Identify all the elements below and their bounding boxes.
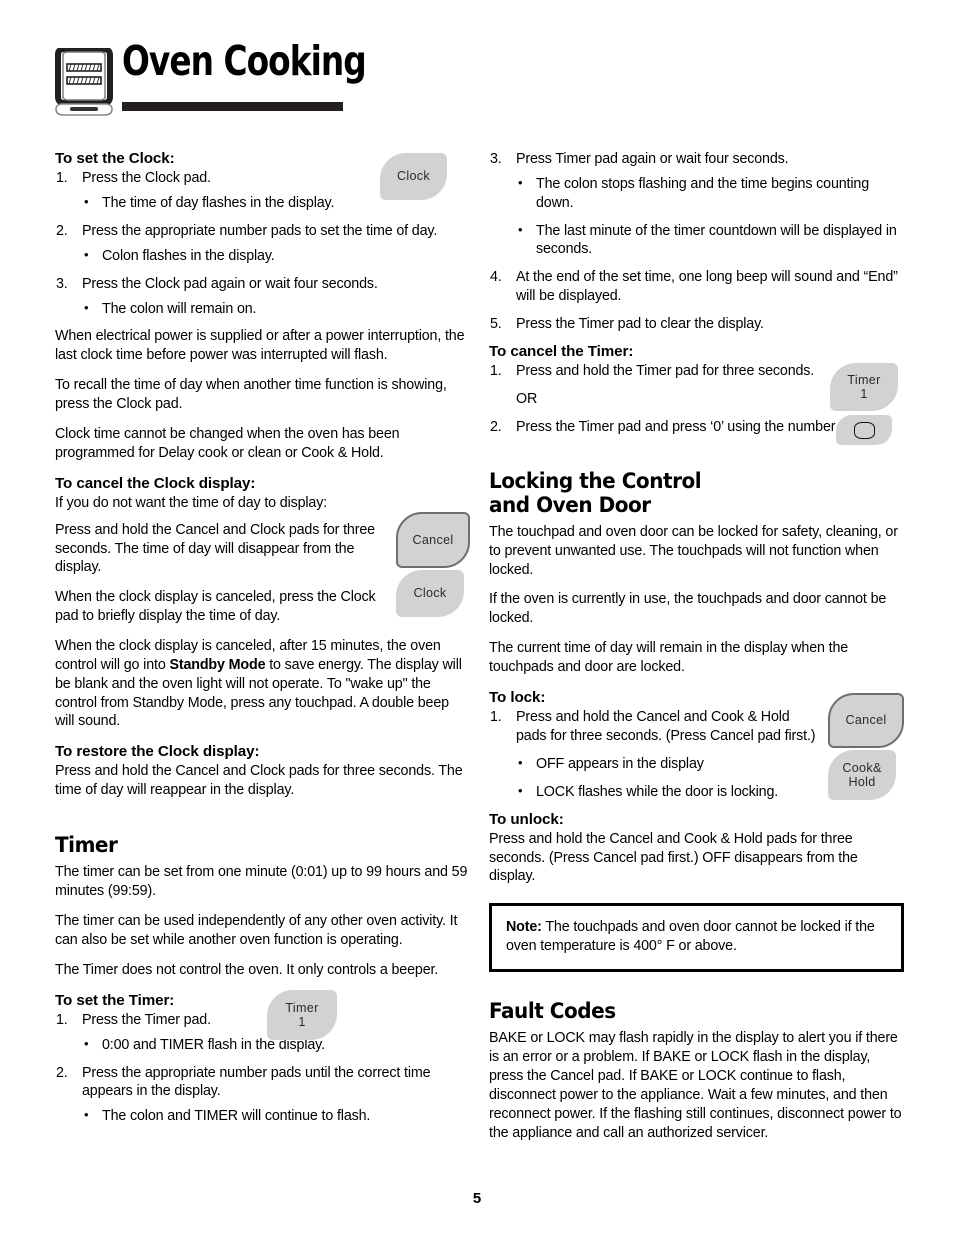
step-text: Press the appropriate number pads to set… bbox=[82, 222, 438, 239]
touchpad-label: Clock bbox=[397, 169, 430, 184]
step-number: 5. bbox=[490, 316, 502, 333]
step-text: Press the Timer pad. bbox=[82, 1011, 211, 1028]
step-text: Press Timer pad again or wait four secon… bbox=[516, 151, 789, 167]
step-number: 1. bbox=[490, 363, 502, 380]
paragraph: BAKE or LOCK may flash rapidly in the di… bbox=[489, 1030, 902, 1141]
touchpad-label: Cook& bbox=[842, 760, 882, 775]
heading-to-restore-clock-display: To restore the Clock display: bbox=[55, 743, 260, 761]
page-title: Oven Cooking bbox=[122, 37, 367, 85]
step-text: Press and hold the Timer pad for three s… bbox=[516, 363, 815, 380]
list-item: 3. Press the Clock pad again or wait fou… bbox=[55, 275, 470, 319]
touchpad-label: Timer bbox=[285, 1000, 319, 1015]
touchpad-cancel-lock[interactable]: Cancel bbox=[828, 693, 904, 748]
list-item: 5. Press the Timer pad to clear the disp… bbox=[489, 315, 904, 334]
paragraph: The touchpad and oven door can be locked… bbox=[489, 523, 898, 578]
oven-icon bbox=[55, 48, 113, 116]
note-box: Note: The touchpads and oven door cannot… bbox=[489, 903, 904, 973]
heading-line-1: Locking the Control bbox=[489, 468, 702, 494]
left-column: To set the Clock: 1. Press the Clock pad… bbox=[55, 150, 470, 1135]
touchpad-cook-and-hold[interactable]: Cook& Hold bbox=[828, 750, 896, 800]
step-number: 3. bbox=[56, 275, 68, 292]
page-header: Oven Cooking bbox=[52, 37, 472, 124]
step-text: Press and hold the Cancel and Cook & Hol… bbox=[516, 709, 816, 744]
paragraph: The Timer does not control the oven. It … bbox=[55, 961, 439, 978]
touchpad-clock-secondary[interactable]: Clock bbox=[396, 570, 464, 617]
step-text: Press the Clock pad again or wait four s… bbox=[82, 275, 378, 292]
bullet-list: Colon flashes in the display. bbox=[82, 246, 470, 266]
list-item: The colon stops flashing and the time be… bbox=[516, 174, 904, 213]
touchpad-cancel[interactable]: Cancel bbox=[396, 512, 470, 568]
step-number: 4. bbox=[490, 269, 502, 286]
right-column: 3. Press Timer pad again or wait four se… bbox=[489, 150, 904, 1154]
step-number: 3. bbox=[490, 151, 502, 167]
heading-to-cancel-timer: To cancel the Timer: bbox=[489, 342, 634, 360]
heading-to-cancel-clock-display: To cancel the Clock display: bbox=[55, 474, 256, 492]
list-item: 3. Press Timer pad again or wait four se… bbox=[489, 150, 904, 259]
paragraph: The timer can be used independently of a… bbox=[55, 912, 458, 948]
paragraph: Press and hold the Cancel and Clock pads… bbox=[55, 763, 463, 799]
heading-timer: Timer bbox=[55, 833, 118, 859]
step-number: 2. bbox=[490, 418, 502, 435]
heading-to-set-timer: To set the Timer: bbox=[55, 991, 175, 1009]
step-text: At the end of the set time, one long bee… bbox=[516, 269, 898, 305]
step-text: Press the Clock pad. bbox=[82, 170, 211, 187]
list-item: 2. Press the appropriate number pads unt… bbox=[55, 1064, 470, 1127]
step-number: 2. bbox=[56, 1064, 68, 1081]
list-item: The colon and TIMER will continue to fla… bbox=[82, 1106, 470, 1126]
paragraph: When the clock display is canceled, pres… bbox=[55, 589, 376, 625]
bullet-list: The colon and TIMER will continue to fla… bbox=[82, 1106, 470, 1126]
bullet-list: The colon stops flashing and the time be… bbox=[516, 174, 904, 260]
list-item: The last minute of the timer countdown w… bbox=[516, 221, 904, 260]
touchpad-label: Cancel bbox=[412, 532, 454, 547]
step-text-or: OR bbox=[516, 390, 538, 407]
touchpad-label: Clock bbox=[413, 586, 447, 601]
step-text: Press the Timer pad to clear the display… bbox=[516, 316, 764, 333]
step-number: 1. bbox=[56, 170, 68, 187]
page-number: 5 bbox=[472, 1190, 482, 1207]
touchpad-label: Timer bbox=[847, 372, 881, 387]
list-item: 2. Press the appropriate number pads to … bbox=[55, 222, 470, 266]
touchpad-sublabel: 1 bbox=[860, 387, 868, 401]
step-number: 1. bbox=[490, 709, 502, 726]
heading-to-unlock: To unlock: bbox=[489, 810, 564, 828]
manual-page: Oven Cooking To set the Clock: 1. Press … bbox=[0, 0, 954, 1235]
bullet-list: The colon will remain on. bbox=[82, 299, 470, 319]
step-text: Press the Timer pad and press ‘0’ using … bbox=[516, 418, 874, 435]
touchpad-zero[interactable] bbox=[836, 415, 892, 445]
heading-line-2: and Oven Door bbox=[489, 492, 651, 518]
touchpad-clock[interactable]: Clock bbox=[380, 153, 447, 200]
zero-key-glyph-icon bbox=[853, 421, 875, 439]
touchpad-label: Cancel bbox=[845, 713, 887, 728]
paragraph: When electrical power is supplied or aft… bbox=[55, 328, 465, 364]
paragraph: To recall the time of day when another t… bbox=[55, 377, 447, 412]
title-underline bbox=[122, 102, 343, 111]
step-number: 2. bbox=[56, 222, 68, 239]
paragraph: The timer can be set from one minute (0:… bbox=[55, 864, 468, 900]
touchpad-timer[interactable]: Timer 1 bbox=[267, 990, 337, 1040]
paragraph: Clock time cannot be changed when the ov… bbox=[55, 425, 400, 461]
paragraph: If you do not want the time of day to di… bbox=[55, 494, 328, 511]
timer-steps-continued: 3. Press Timer pad again or wait four se… bbox=[489, 150, 904, 334]
note-body: The touchpads and oven door cannot be lo… bbox=[506, 919, 875, 955]
touchpad-sublabel: Hold bbox=[848, 775, 876, 789]
set-timer-steps: 1. Press the Timer pad. 0:00 and TIMER f… bbox=[55, 1011, 470, 1126]
list-item: 1. Press the Timer pad. 0:00 and TIMER f… bbox=[55, 1011, 470, 1055]
list-item: Colon flashes in the display. bbox=[82, 246, 470, 266]
touchpad-timer-cancel[interactable]: Timer 1 bbox=[830, 363, 898, 411]
list-item: The colon will remain on. bbox=[82, 299, 470, 319]
note-text: Note: The touchpads and oven door cannot… bbox=[506, 918, 887, 956]
paragraph: If the oven is currently in use, the tou… bbox=[489, 591, 887, 627]
paragraph: Press and hold the Cancel and Cook & Hol… bbox=[489, 830, 858, 885]
step-text: Press the appropriate number pads until … bbox=[82, 1064, 431, 1100]
heading-fault-codes: Fault Codes bbox=[489, 999, 616, 1025]
touchpad-sublabel: 1 bbox=[298, 1015, 306, 1029]
list-item: 4. At the end of the set time, one long … bbox=[489, 268, 904, 306]
note-label: Note: bbox=[506, 919, 542, 936]
heading-locking-the-control: Locking the Control and Oven Door bbox=[489, 468, 875, 518]
paragraph: The current time of day will remain in t… bbox=[489, 640, 849, 675]
paragraph: Press and hold the Cancel and Clock pads… bbox=[55, 521, 375, 576]
standby-mode-bold: Standby Mode bbox=[169, 656, 266, 673]
paragraph-standby: When the clock display is canceled, afte… bbox=[55, 637, 470, 731]
step-number: 1. bbox=[56, 1011, 68, 1028]
